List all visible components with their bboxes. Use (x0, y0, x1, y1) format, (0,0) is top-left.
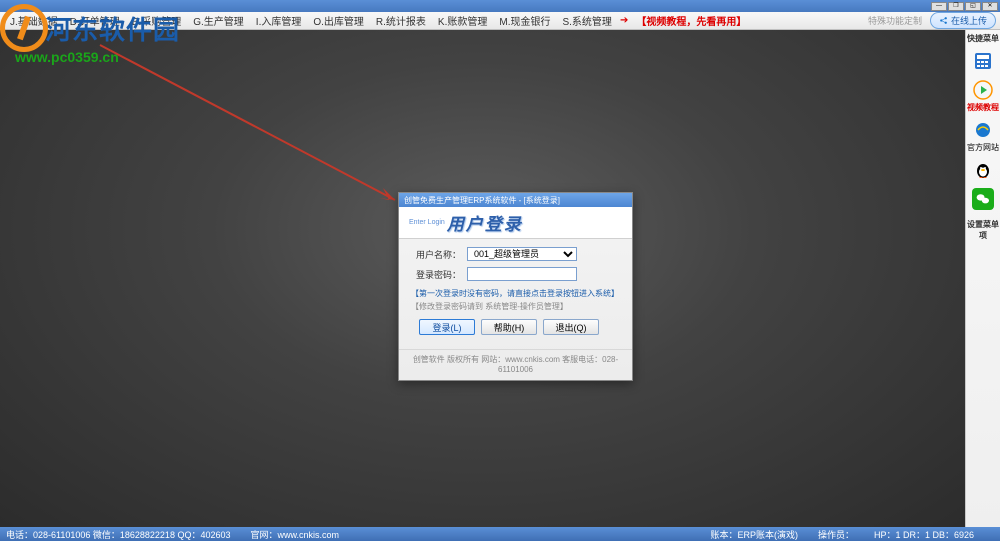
minimize-icon[interactable]: — (931, 2, 947, 11)
sidebar-item-calculator[interactable] (972, 48, 994, 75)
main-menubar: J.基础数据 D.订单管理 B.采购管理 G.生产管理 I.入库管理 O.出库管… (0, 12, 1000, 30)
help-button[interactable]: 帮助(H) (481, 319, 537, 335)
status-operator: 操作员： (818, 528, 854, 541)
wechat-icon (972, 188, 994, 210)
password-label: 登录密码： (411, 268, 461, 281)
menu-production[interactable]: G.生产管理 (187, 13, 250, 28)
share-icon (939, 16, 948, 25)
login-dialog: 创管免费生产管理ERP系统软件 - [系统登录] Enter Login 用户登… (398, 192, 633, 381)
arrow-right-icon: ➔ (620, 15, 628, 26)
menu-stock-out[interactable]: O.出库管理 (307, 13, 370, 28)
sidebar-item-video[interactable]: 视频教程 (967, 77, 999, 115)
sidebar-item-website[interactable]: 官方网站 (967, 117, 999, 155)
sidebar-item-qq[interactable] (972, 157, 994, 184)
sidebar-item-wechat[interactable] (972, 186, 994, 213)
sidebar-header: 快捷菜单 (967, 33, 999, 44)
menu-custom-features[interactable]: 特殊功能定制 (868, 14, 922, 27)
menu-system[interactable]: S.系统管理 (556, 13, 617, 28)
menu-cash-bank[interactable]: M.现金银行 (493, 13, 556, 28)
quick-menu-sidebar: 快捷菜单 视频教程 官方网站 设置菜单项 (965, 30, 1000, 527)
menu-purchase[interactable]: B.采购管理 (126, 13, 187, 28)
username-label: 用户名称： (411, 248, 461, 261)
status-site: 官网：www.cnkis.com (250, 528, 339, 541)
play-icon (972, 79, 994, 101)
online-upload-button[interactable]: 在线上传 (930, 12, 996, 29)
menu-reports[interactable]: R.统计报表 (370, 13, 432, 28)
menu-accounts[interactable]: K.账款管理 (432, 13, 493, 28)
login-dialog-title: 创管免费生产管理ERP系统软件 - [系统登录] (399, 193, 632, 207)
login-note-change-pwd: 【修改登录密码请到 系统管理-操作员管理】 (411, 300, 620, 313)
login-footer: 创管软件 版权所有 网站：www.cnkis.com 客服电话：028-6110… (399, 349, 632, 380)
status-account: 账本：ERP账本(演戏) (710, 528, 798, 541)
window-titlebar: — ❐ ◱ ✕ (0, 0, 1000, 12)
login-banner: Enter Login 用户登录 (399, 207, 632, 239)
status-contact: 电话：028-61101006 微信：18628822218 QQ：402603 (6, 528, 230, 541)
menu-stock-in[interactable]: I.入库管理 (250, 13, 308, 28)
sidebar-settings-item[interactable]: 设置菜单项 (966, 219, 1000, 241)
close-icon[interactable]: ✕ (982, 2, 998, 11)
username-select[interactable]: 001_超级管理员 (467, 247, 577, 261)
status-bar: 电话：028-61101006 微信：18628822218 QQ：402603… (0, 527, 1000, 541)
status-db: HP：1 DR：1 DB：6926 (874, 528, 974, 541)
exit-button[interactable]: 退出(Q) (543, 319, 599, 335)
maximize-icon[interactable]: ❐ (948, 2, 964, 11)
calculator-icon (972, 50, 994, 72)
login-note-first-time: 【第一次登录时没有密码，请直接点击登录按钮进入系统】 (411, 287, 620, 300)
qq-icon (972, 159, 994, 181)
ie-icon (972, 119, 994, 141)
menu-video-tutorial[interactable]: 【视频教程，先看再用】 (630, 13, 752, 28)
restore-icon[interactable]: ◱ (965, 2, 981, 11)
menu-orders[interactable]: D.订单管理 (64, 13, 126, 28)
password-input[interactable] (467, 267, 577, 281)
login-button[interactable]: 登录(L) (419, 319, 475, 335)
menu-basic-data[interactable]: J.基础数据 (4, 13, 64, 28)
